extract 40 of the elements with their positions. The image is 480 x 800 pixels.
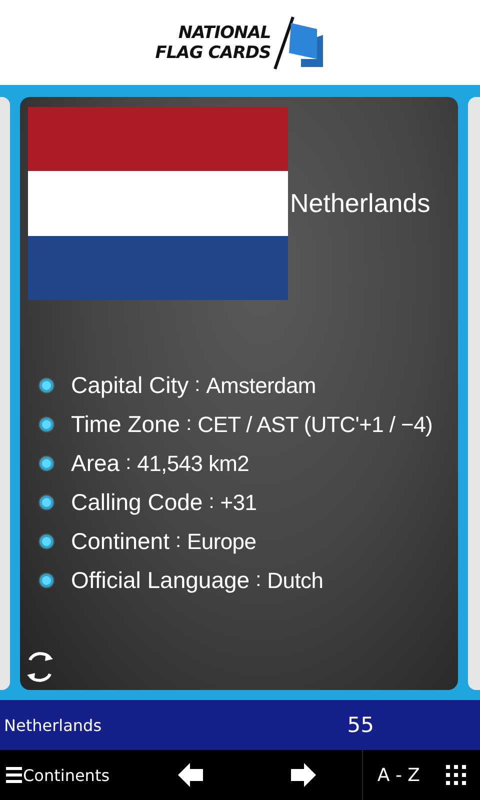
card-count: 55: [347, 713, 374, 737]
logo-text: NATIONAL: [177, 22, 271, 42]
bullet-icon: [40, 418, 53, 431]
next-button[interactable]: [290, 763, 316, 787]
country-name: Netherlands: [290, 188, 430, 219]
left-arrow-icon: [178, 763, 204, 787]
previous-button[interactable]: [178, 763, 204, 787]
fact-value: +31: [220, 489, 257, 517]
menu-icon: [6, 766, 22, 784]
fact-value: 41,543 km2: [137, 450, 250, 478]
fact-label: Area: [71, 449, 120, 478]
fact-value: Amsterdam: [206, 372, 316, 400]
fact-label: Calling Code: [71, 488, 203, 517]
fact-label: Official Language: [71, 566, 250, 595]
colon: :: [186, 412, 192, 437]
bullet-icon: [40, 574, 53, 587]
continents-button[interactable]: Continents: [0, 766, 110, 784]
flag-logo-icon: [272, 14, 325, 70]
colon: :: [208, 490, 214, 515]
colon: :: [194, 373, 200, 398]
fact-value: Dutch: [267, 567, 324, 595]
fact-value: CET / AST (UTC'+1 / −4): [198, 411, 433, 439]
colon: :: [126, 451, 132, 476]
fact-label: Time Zone: [71, 410, 180, 439]
bullet-icon: [40, 496, 53, 509]
logo-text: FLAG CARDS: [155, 42, 271, 62]
grid-button[interactable]: [446, 765, 466, 785]
colon: :: [175, 529, 182, 554]
country-label: Netherlands: [4, 716, 102, 734]
bullet-icon: [40, 535, 53, 548]
right-arrow-icon: [290, 763, 316, 787]
sort-button[interactable]: A - Z: [377, 764, 420, 786]
fact-value: Europe: [187, 528, 256, 556]
colon: :: [256, 568, 262, 593]
grid-icon: [446, 765, 466, 785]
bullet-icon: [40, 457, 53, 470]
fact-label: Continent: [71, 527, 170, 556]
fact-label: Capital City: [71, 371, 189, 400]
flip-arrows-icon[interactable]: [26, 650, 54, 684]
bullet-icon: [40, 379, 53, 392]
